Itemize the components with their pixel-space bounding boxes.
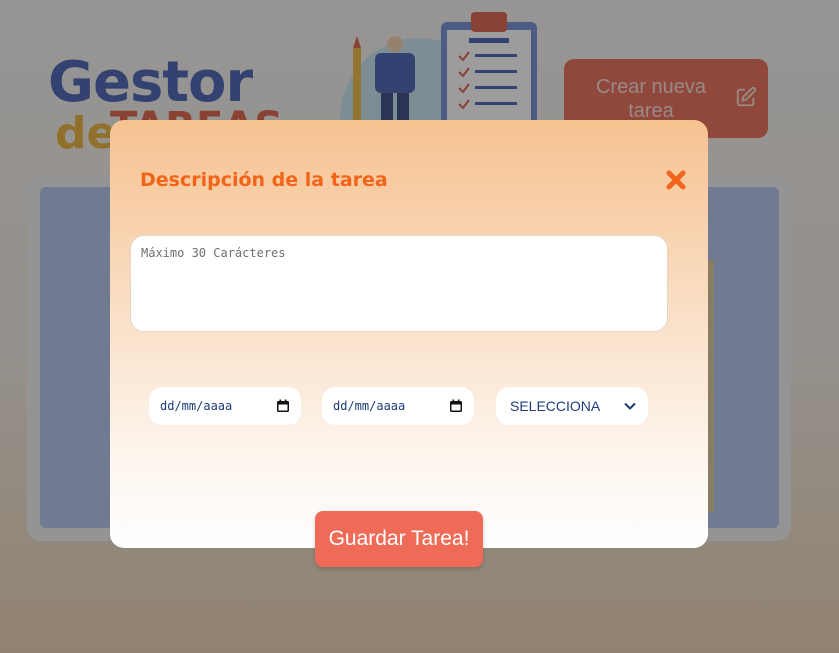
close-modal-button[interactable] [665,169,687,191]
close-icon [666,170,686,190]
save-task-button[interactable]: Guardar Tarea! [315,511,483,567]
start-date-input[interactable]: dd/mm/aaaa [149,387,301,425]
calendar-icon[interactable] [449,399,463,413]
modal-title: Descripción de la tarea [140,169,388,191]
task-description-input[interactable] [130,235,668,332]
task-modal: Descripción de la tarea dd/mm/aaaa dd/mm… [110,120,708,548]
start-date-placeholder: dd/mm/aaaa [160,399,233,413]
end-date-placeholder: dd/mm/aaaa [333,399,406,413]
chevron-down-icon [624,402,636,410]
calendar-icon[interactable] [276,399,290,413]
priority-select[interactable]: SELECCIONA [496,387,648,425]
end-date-input[interactable]: dd/mm/aaaa [322,387,474,425]
priority-select-value: SELECCIONA [510,398,601,414]
